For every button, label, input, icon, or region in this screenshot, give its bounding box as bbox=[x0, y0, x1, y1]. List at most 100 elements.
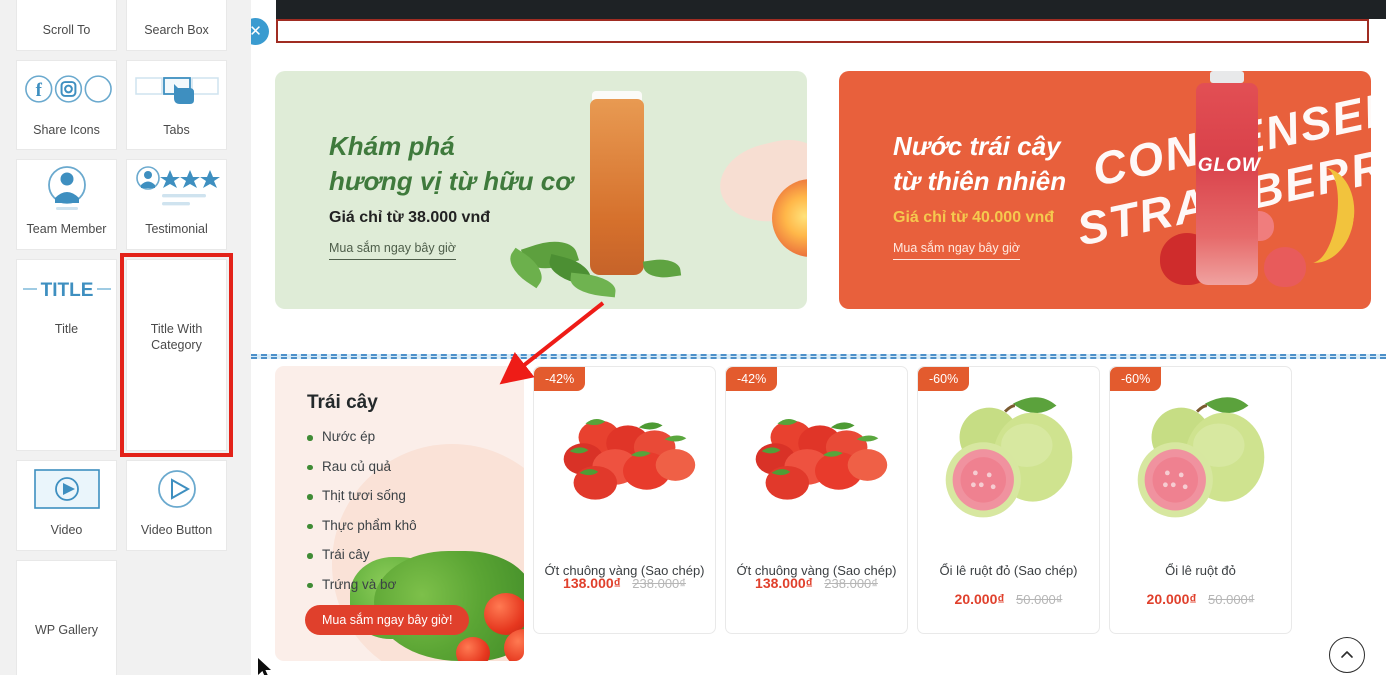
empty-selected-row[interactable] bbox=[276, 19, 1369, 43]
widget-label: Search Box bbox=[144, 23, 209, 37]
bottle-logo: GLOW bbox=[1197, 155, 1261, 176]
banner-cta-link[interactable]: Mua sắm ngay bây giờ bbox=[893, 241, 1021, 261]
product-row: Trái cây Nước ép Rau củ quả Thịt tươi số… bbox=[275, 366, 1386, 661]
guavas-illustration bbox=[945, 397, 1073, 518]
widget-label: Scroll To bbox=[42, 23, 91, 37]
category-list: Nước ép Rau củ quả Thịt tươi sống Thực p… bbox=[307, 429, 417, 606]
juice-bottle bbox=[589, 99, 644, 275]
banner-heading-line2: hương vị từ hữu cơ bbox=[329, 166, 573, 197]
discount-badge: -60% bbox=[1110, 367, 1162, 391]
widget-label: Video bbox=[50, 523, 83, 538]
product-price: 138.000₫ 238.000₫ bbox=[726, 575, 907, 593]
banner-natural-juice[interactable]: CONDENSED STRAWBERRY GLOW Nước trái cây … bbox=[839, 71, 1371, 309]
product-name[interactable]: Ổi lê ruột đỏ bbox=[1119, 562, 1282, 581]
widget-card-video-button[interactable]: Video Button bbox=[126, 460, 227, 551]
banner-cta-link[interactable]: Mua sắm ngay bây giờ bbox=[329, 241, 457, 261]
widget-card-search-box[interactable]: Search Box bbox=[126, 0, 227, 51]
tomato bbox=[456, 637, 490, 661]
app-root: Scroll to Scroll To bbox=[0, 0, 1386, 675]
tabs-icon bbox=[127, 61, 226, 117]
drop-zone-indicator bbox=[251, 354, 1386, 359]
price-current: 138.000₫ bbox=[755, 575, 813, 591]
widget-label: Team Member bbox=[26, 222, 107, 237]
category-shop-now-button[interactable]: Mua sắm ngay bây giờ! bbox=[305, 605, 470, 635]
glow-bottle bbox=[1195, 83, 1258, 285]
mint-leaf bbox=[642, 256, 681, 281]
widget-label: Share Icons bbox=[33, 122, 100, 137]
product-name[interactable]: Ổi lê ruột đỏ (Sao chép) bbox=[927, 562, 1090, 581]
product-card[interactable]: -42% Ớt chuông vàng (Sao chép) 138.000₫ … bbox=[533, 366, 716, 634]
price-current: 20.000₫ bbox=[954, 591, 1005, 607]
title-icon: TITLE bbox=[17, 260, 116, 316]
widget-grid: Scroll to Scroll To bbox=[0, 0, 251, 675]
widget-label: WP Gallery bbox=[35, 622, 98, 637]
discount-badge: -42% bbox=[726, 367, 778, 391]
product-card[interactable]: -60% bbox=[917, 366, 1100, 634]
widget-label: Testimonial bbox=[145, 222, 208, 237]
banner-subtitle: Giá chỉ từ 38.000 vnđ bbox=[329, 209, 490, 227]
widget-label: Tabs bbox=[163, 122, 190, 137]
scroll-to-icon: Scroll to bbox=[17, 0, 116, 17]
video-icon bbox=[17, 461, 116, 517]
team-member-icon bbox=[17, 160, 116, 216]
category-list-item[interactable]: Rau củ quả bbox=[307, 459, 417, 474]
strawberries-illustration bbox=[755, 418, 888, 500]
category-list-item[interactable]: Trứng và bơ bbox=[307, 577, 417, 592]
search-box-icon bbox=[127, 0, 226, 17]
banner-juice-text: Nước trái cây từ thiên nhiên Giá chỉ từ … bbox=[893, 129, 1067, 261]
strawberries-illustration bbox=[563, 418, 696, 500]
product-image-guavas bbox=[918, 385, 1099, 545]
mouse-cursor bbox=[258, 658, 271, 675]
banner-organic[interactable]: Khám phá hương vị từ hữu cơ Giá chỉ từ 3… bbox=[275, 71, 807, 309]
close-icon[interactable]: ✕ bbox=[251, 18, 269, 45]
banner-heading-line2: từ thiên nhiên bbox=[893, 166, 1067, 197]
banner-heading-line1: Khám phá bbox=[329, 131, 455, 161]
product-image-strawberries bbox=[534, 385, 715, 545]
category-card[interactable]: Trái cây Nước ép Rau củ quả Thịt tươi số… bbox=[275, 366, 524, 661]
category-list-item[interactable]: Thực phẩm khô bbox=[307, 518, 417, 533]
wp-gallery-icon bbox=[17, 561, 116, 617]
category-title: Trái cây bbox=[307, 392, 378, 413]
widget-card-scroll-to[interactable]: Scroll to Scroll To bbox=[16, 0, 117, 51]
product-image-guavas bbox=[1110, 385, 1291, 545]
category-list-item[interactable]: Nước ép bbox=[307, 429, 417, 444]
widget-card-title-with-category[interactable]: Title With Category bbox=[120, 252, 233, 458]
category-list-item[interactable]: Trái cây bbox=[307, 547, 417, 562]
bottle-cap bbox=[1209, 71, 1244, 83]
widget-card-share-icons[interactable]: f Share Icons bbox=[16, 59, 117, 151]
widget-card-wp-gallery[interactable]: WP Gallery bbox=[16, 559, 117, 675]
testimonial-icon bbox=[127, 160, 226, 216]
page-canvas: ✕ Khám phá hương vị từ hữu cơ Giá chỉ từ… bbox=[251, 0, 1386, 675]
widget-card-testimonial[interactable]: Testimonial bbox=[126, 159, 227, 250]
widget-card-title[interactable]: TITLE Title bbox=[16, 258, 117, 452]
widget-label: Title bbox=[54, 321, 79, 336]
price-original: 50.000₫ bbox=[1208, 592, 1255, 607]
price-original: 238.000₫ bbox=[632, 576, 686, 591]
banner-heading-line1: Nước trái cây bbox=[893, 131, 1061, 161]
category-list-item[interactable]: Thịt tươi sống bbox=[307, 488, 417, 503]
widget-sidebar: Scroll to Scroll To bbox=[0, 0, 251, 675]
site-topbar bbox=[276, 0, 1386, 19]
chevron-up-icon bbox=[1341, 651, 1353, 658]
banner-subtitle: Giá chỉ từ 40.000 vnđ bbox=[893, 209, 1054, 227]
widget-card-tabs[interactable]: Tabs bbox=[126, 59, 227, 151]
banner-section: Khám phá hương vị từ hữu cơ Giá chỉ từ 3… bbox=[275, 71, 1371, 309]
product-price: 20.000₫ 50.000₫ bbox=[918, 591, 1099, 609]
widget-card-video[interactable]: Video bbox=[16, 460, 117, 551]
product-image-strawberries bbox=[726, 385, 907, 545]
widget-label: Video Button bbox=[140, 523, 213, 538]
discount-badge: -60% bbox=[918, 367, 970, 391]
video-button-icon bbox=[127, 461, 226, 517]
scroll-to-top-button[interactable] bbox=[1329, 637, 1365, 673]
discount-badge: -42% bbox=[534, 367, 586, 391]
title-with-category-icon bbox=[127, 260, 226, 316]
product-card[interactable]: -60% bbox=[1109, 366, 1292, 634]
price-original: 238.000₫ bbox=[824, 576, 878, 591]
product-card[interactable]: -42% Ớt chuông vàng (Sao chép) 138.000₫ … bbox=[725, 366, 908, 634]
banner-juice-art: CONDENSED STRAWBERRY GLOW bbox=[1068, 71, 1371, 309]
strawberry-half bbox=[1263, 247, 1306, 287]
widget-card-team-member[interactable]: Team Member bbox=[16, 159, 117, 250]
mint-leaf bbox=[568, 272, 617, 298]
product-price: 138.000₫ 238.000₫ bbox=[534, 575, 715, 593]
product-price: 20.000₫ 50.000₫ bbox=[1110, 591, 1291, 609]
